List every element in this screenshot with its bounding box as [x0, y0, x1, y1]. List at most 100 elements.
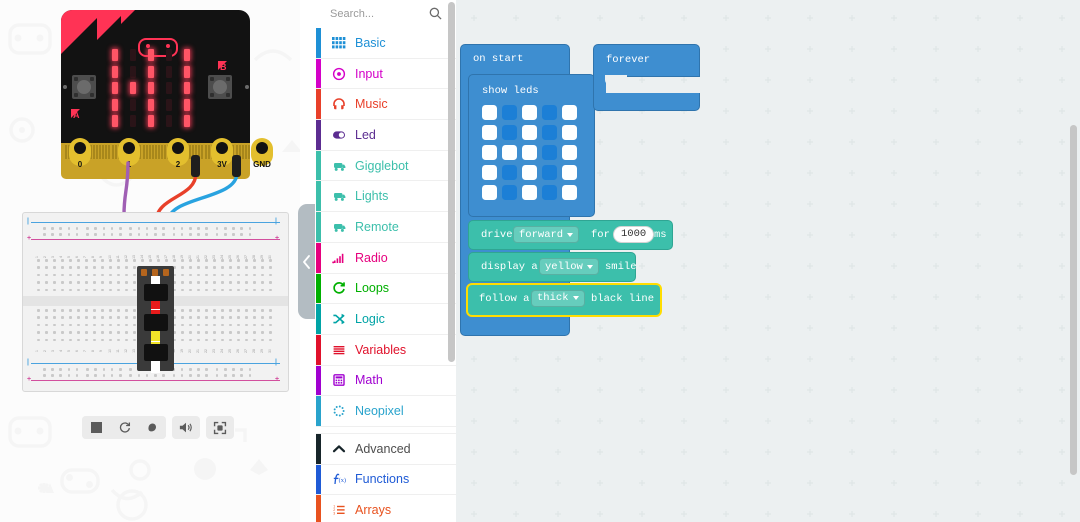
- blocks-workspace[interactable]: on start show leds drive forward for 100…: [456, 0, 1080, 522]
- led-toggle-4-2[interactable]: [522, 185, 537, 200]
- slow-motion-button[interactable]: [138, 416, 166, 439]
- grid-cross: [1017, 201, 1023, 207]
- toolbox-category-basic[interactable]: Basic: [316, 28, 456, 59]
- led-toggle-3-0[interactable]: [482, 165, 497, 180]
- restart-button[interactable]: [110, 416, 138, 439]
- block-forever[interactable]: forever: [593, 44, 700, 77]
- led-toggle-1-2[interactable]: [522, 125, 537, 140]
- breadboard-hole: [213, 266, 216, 269]
- toolbox-category-neopixel[interactable]: Neopixel: [316, 396, 456, 427]
- simulator-pane: A B 0 1 2 3V GND 1 1 2 2 3 3 4 4 5 5 6 6 7 7 8 8 9 9 10 10 11 11 1…: [0, 0, 300, 522]
- breadboard-hole: [61, 309, 64, 312]
- led-toggle-2-4[interactable]: [562, 145, 577, 160]
- toolbox-category-gigglebot[interactable]: Gigglebot: [316, 150, 456, 182]
- led-toggle-1-4[interactable]: [562, 125, 577, 140]
- microbit-led-2-3: [166, 82, 172, 94]
- led-toggle-2-1[interactable]: [502, 145, 517, 160]
- search-icon[interactable]: [429, 7, 442, 25]
- led-toggle-0-1[interactable]: [502, 105, 517, 120]
- display-color-dropdown[interactable]: yellow: [539, 258, 599, 275]
- toolbox-category-advanced[interactable]: Advanced: [316, 433, 456, 465]
- breadboard-hole: [154, 374, 157, 377]
- led-toggle-4-0[interactable]: [482, 185, 497, 200]
- led-matrix-field[interactable]: [482, 105, 580, 203]
- microbit-led-2-4: [184, 82, 190, 94]
- breadboard-hole: [133, 323, 136, 327]
- grid-cross: [765, 418, 771, 424]
- follow-suffix-label: black line: [591, 293, 655, 305]
- led-toggle-3-4[interactable]: [562, 165, 577, 180]
- led-toggle-0-2[interactable]: [522, 105, 537, 120]
- led-toggle-1-1[interactable]: [502, 125, 517, 140]
- microbit-led-2-2: [148, 82, 154, 94]
- collapse-simulator-handle[interactable]: [298, 204, 315, 319]
- grid-cross: [1059, 232, 1065, 238]
- breadboard-hole: [77, 331, 80, 334]
- grid-cross: [849, 387, 855, 393]
- microbit-button-b[interactable]: [208, 75, 232, 99]
- fullscreen-button[interactable]: [206, 416, 234, 439]
- toolbox-category-music[interactable]: Music: [316, 89, 456, 121]
- stop-button[interactable]: [82, 416, 110, 439]
- block-drive[interactable]: drive forward for 1000 ms: [468, 220, 673, 250]
- led-toggle-3-3[interactable]: [542, 165, 557, 180]
- led-toggle-1-0[interactable]: [482, 125, 497, 140]
- grid-cross: [555, 449, 561, 455]
- search-input[interactable]: [328, 7, 422, 21]
- breadboard-rail-marker: +: [275, 376, 280, 383]
- breadboard-hole: [93, 273, 96, 277]
- microbit-button-a[interactable]: [72, 75, 96, 99]
- block-follow-line[interactable]: follow a thick black line: [466, 283, 662, 317]
- toolbox-category-logic[interactable]: Logic: [316, 304, 456, 335]
- toolbox-category-variables[interactable]: Variables: [316, 334, 456, 366]
- led-toggle-4-4[interactable]: [562, 185, 577, 200]
- breadboard-hole: [154, 227, 157, 230]
- follow-thickness-dropdown[interactable]: thick: [531, 289, 585, 307]
- block-show-leds[interactable]: show leds: [468, 74, 595, 217]
- drive-duration-input[interactable]: 1000: [613, 225, 655, 243]
- grid-cross: [1059, 387, 1065, 393]
- pin-tooth: [161, 145, 164, 159]
- led-toggle-2-0[interactable]: [482, 145, 497, 160]
- loop-arrow-icon: [333, 282, 345, 294]
- drive-direction-dropdown[interactable]: forward: [513, 226, 580, 243]
- grid-cross: [1059, 108, 1065, 114]
- breadboard-column-number: 10: [107, 255, 112, 259]
- breadboard-hole: [213, 338, 216, 342]
- toolbox-category-lights[interactable]: Lights: [316, 181, 456, 213]
- breadboard-column-number: 6: [74, 350, 79, 352]
- led-toggle-0-4[interactable]: [562, 105, 577, 120]
- breadboard-hole: [75, 368, 79, 371]
- block-display-smile[interactable]: display a yellow smile: [468, 252, 637, 282]
- breadboard-column-number: 9: [98, 350, 103, 352]
- toolbox-category-loops[interactable]: Loops: [316, 273, 456, 305]
- led-toggle-3-2[interactable]: [522, 165, 537, 180]
- led-toggle-0-3[interactable]: [542, 105, 557, 120]
- toolbox-category-radio[interactable]: Radio: [316, 242, 456, 274]
- led-toggle-2-3[interactable]: [542, 145, 557, 160]
- breadboard-hole: [93, 281, 96, 284]
- led-toggle-4-3[interactable]: [542, 185, 557, 200]
- workspace-scrollbar[interactable]: [1070, 125, 1077, 475]
- grid-cross: [1017, 232, 1023, 238]
- led-toggle-0-0[interactable]: [482, 105, 497, 120]
- grid-cross: [1017, 325, 1023, 331]
- led-toggle-1-3[interactable]: [542, 125, 557, 140]
- toolbox-category-remote[interactable]: Remote: [316, 212, 456, 243]
- breadboard-hole: [221, 323, 224, 327]
- toolbox-category-led[interactable]: Led: [316, 120, 456, 151]
- toolbox-category-input[interactable]: Input: [316, 58, 456, 90]
- led-toggle-4-1[interactable]: [502, 185, 517, 200]
- toolbox-category-math[interactable]: Math: [316, 365, 456, 397]
- breadboard-column-number: 12: [123, 255, 128, 259]
- grid-cross: [723, 263, 729, 269]
- mute-button[interactable]: [172, 416, 200, 439]
- block-forever-foot[interactable]: [593, 93, 700, 111]
- microbit-led-1-3: [166, 65, 172, 78]
- breadboard-hole: [85, 309, 88, 312]
- toolbox-scrollbar[interactable]: [448, 2, 455, 362]
- led-toggle-3-1[interactable]: [502, 165, 517, 180]
- toolbox-category-arrays[interactable]: 1 2 3 Arrays: [316, 495, 456, 522]
- toolbox-category-functions[interactable]: (x) Functions: [316, 464, 456, 496]
- led-toggle-2-2[interactable]: [522, 145, 537, 160]
